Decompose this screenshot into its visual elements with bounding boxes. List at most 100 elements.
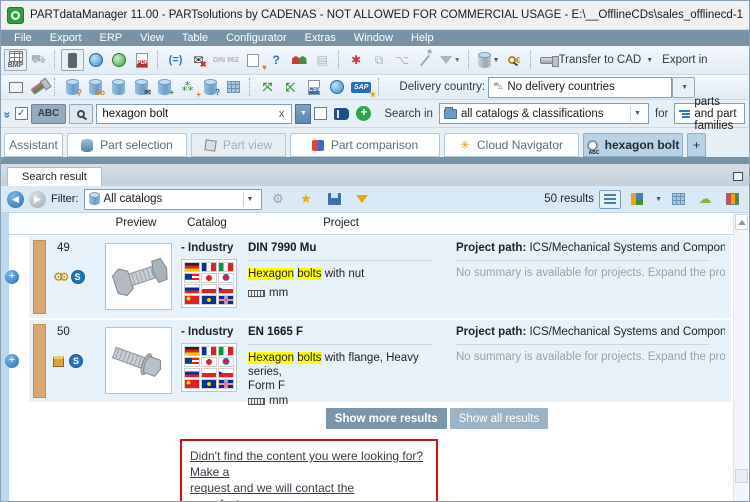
db-users-button[interactable]: oo: [84, 76, 107, 98]
back-button[interactable]: ◀: [7, 190, 24, 208]
sap-button[interactable]: SAP ★: [348, 76, 376, 99]
collapse-chevrons-icon[interactable]: »: [1, 111, 14, 116]
columns-view-button[interactable]: [721, 190, 743, 209]
column-header-project[interactable]: Project: [241, 217, 441, 229]
export-in-button[interactable]: Export in: [656, 49, 713, 71]
search-button[interactable]: [69, 103, 94, 124]
filter-catalog-select[interactable]: All catalogs ▼: [83, 188, 262, 210]
calendar-favorite-button[interactable]: ♥: [242, 49, 267, 72]
db-button[interactable]: [107, 76, 130, 98]
help-button[interactable]: ?: [265, 49, 288, 71]
tab-cloud-navigator[interactable]: ✳ Cloud Navigator: [444, 133, 579, 157]
din-962-button[interactable]: DIN 962: [210, 49, 242, 71]
csv-button[interactable]: CSV: [302, 76, 325, 98]
catalog-name[interactable]: - Industry: [181, 242, 233, 254]
search-result-panel-tab[interactable]: Search result: [7, 167, 102, 186]
search-input[interactable]: [102, 107, 277, 120]
manufacturer-request-link[interactable]: Didn't find the content you were looking…: [190, 448, 428, 501]
bolt-tool-button[interactable]: [27, 76, 50, 98]
scroll-thumb[interactable]: [735, 469, 748, 483]
tree-add-button[interactable]: ⁂ +: [176, 76, 202, 99]
menu-item-configurator[interactable]: Configurator: [217, 30, 296, 46]
tab-part-comparison[interactable]: Part comparison: [290, 133, 440, 157]
dropdown-arrow-icon[interactable]: ▼: [629, 106, 644, 121]
search-history-dropdown-button[interactable]: ▼: [295, 103, 312, 124]
search-option-checkbox-checked[interactable]: ✓: [14, 107, 28, 120]
float-panel-icon[interactable]: [733, 172, 743, 181]
menu-item-extras[interactable]: Extras: [296, 30, 345, 46]
delivery-country-dropdown-button[interactable]: ▼: [672, 76, 696, 98]
part-3d-dropdown-button[interactable]: ▼: [475, 49, 503, 71]
table-view-button[interactable]: [222, 76, 245, 98]
export-bmp-button[interactable]: BMP: [4, 49, 27, 71]
box-export-button[interactable]: ⧉: [368, 49, 391, 71]
menu-item-view[interactable]: View: [131, 30, 173, 46]
clear-search-button[interactable]: x: [277, 108, 287, 120]
hierarchy-button[interactable]: ⌥: [391, 49, 414, 71]
expand-row-button[interactable]: +: [5, 270, 19, 284]
save-favorite-button[interactable]: ★: [295, 188, 318, 210]
web-button[interactable]: [325, 76, 348, 98]
part-preview[interactable]: [105, 243, 172, 310]
filter-dropdown-button[interactable]: ▼: [437, 49, 464, 71]
mail-error-button[interactable]: ✉ ✖: [187, 49, 210, 71]
save-filter-button[interactable]: [351, 188, 374, 210]
show-all-results-button[interactable]: Show all results: [449, 408, 549, 429]
device-button[interactable]: [61, 49, 84, 71]
menu-item-help[interactable]: Help: [402, 30, 443, 46]
result-row-49[interactable]: + 49 ⚙⚙ S - Industry DIN 7990 Mu Hexagon…: [5, 236, 731, 318]
users-button[interactable]: ☗ ☗: [288, 49, 311, 71]
forward-button[interactable]: ▶: [29, 190, 46, 208]
search-for-select[interactable]: parts and part families: [674, 96, 745, 132]
search-option-checkbox-unchecked[interactable]: [314, 107, 328, 120]
scroll-up-button[interactable]: [735, 214, 748, 230]
vertical-scrollbar[interactable]: [733, 213, 748, 501]
db-mail-button[interactable]: ✉: [130, 76, 153, 98]
menu-item-export[interactable]: Export: [41, 30, 91, 46]
db-query-button[interactable]: ?: [199, 76, 222, 98]
new-search-tab-button[interactable]: +: [687, 133, 706, 157]
column-header-preview[interactable]: Preview: [96, 217, 176, 229]
tab-part-selection[interactable]: Part selection: [67, 133, 187, 157]
wizard-button[interactable]: [414, 49, 437, 71]
expand-row-button[interactable]: +: [5, 354, 19, 368]
save-search-button[interactable]: [323, 188, 346, 210]
menu-item-file[interactable]: File: [5, 30, 41, 46]
cloud-view-button[interactable]: ☁: [694, 190, 716, 209]
excel-import-button[interactable]: ⤪: [279, 76, 302, 98]
project-title[interactable]: EN 1665 F: [248, 326, 303, 338]
list-view-button[interactable]: [599, 189, 622, 209]
table-view-button[interactable]: [667, 190, 689, 209]
menu-item-erp[interactable]: ERP: [91, 30, 132, 46]
catalog-name[interactable]: - Industry: [181, 326, 233, 338]
dropdown-arrow-icon[interactable]: ▼: [242, 191, 257, 207]
excel-export-button[interactable]: ⤧: [256, 76, 279, 98]
result-row-50[interactable]: + 50 S - Industry EN 1665 F Hexagon bolt…: [5, 320, 731, 407]
text-search-toggle-button[interactable]: ABC: [30, 103, 67, 124]
shelf-button[interactable]: ▤: [311, 49, 334, 71]
update-globe-button[interactable]: [84, 49, 107, 71]
price-search-button[interactable]: €: [503, 49, 526, 71]
search-in-select[interactable]: all catalogs & classifications ▼: [438, 103, 649, 124]
web-globe-button[interactable]: [107, 49, 130, 71]
menu-item-window[interactable]: Window: [345, 30, 402, 46]
thumbnail-view-dropdown[interactable]: ▼: [655, 196, 662, 203]
add-search-button[interactable]: +: [356, 106, 372, 121]
properties-button[interactable]: [4, 76, 27, 98]
equal-parts-button[interactable]: (=): [164, 49, 187, 71]
filter-settings-button[interactable]: ⚙: [267, 188, 290, 210]
thumbnail-view-button[interactable]: [626, 190, 648, 209]
tab-part-view[interactable]: Part view: [191, 133, 286, 157]
db-login-button[interactable]: ⚲: [61, 76, 84, 98]
part-preview[interactable]: [105, 327, 172, 394]
column-header-catalog[interactable]: Catalog: [176, 217, 238, 229]
cart-button[interactable]: ⛟: [27, 49, 50, 71]
delivery-country-select[interactable]: ⛍ No delivery countries: [488, 76, 673, 98]
show-more-results-button[interactable]: Show more results: [325, 408, 447, 429]
transfer-to-cad-button[interactable]: Transfer to CAD ▼: [537, 49, 657, 71]
menu-item-table[interactable]: Table: [173, 30, 217, 46]
db-add-button[interactable]: +: [153, 76, 176, 98]
project-title[interactable]: DIN 7990 Mu: [248, 242, 316, 254]
catalog-book-button[interactable]: [330, 103, 353, 125]
tab-assistant[interactable]: Assistant: [4, 133, 63, 157]
